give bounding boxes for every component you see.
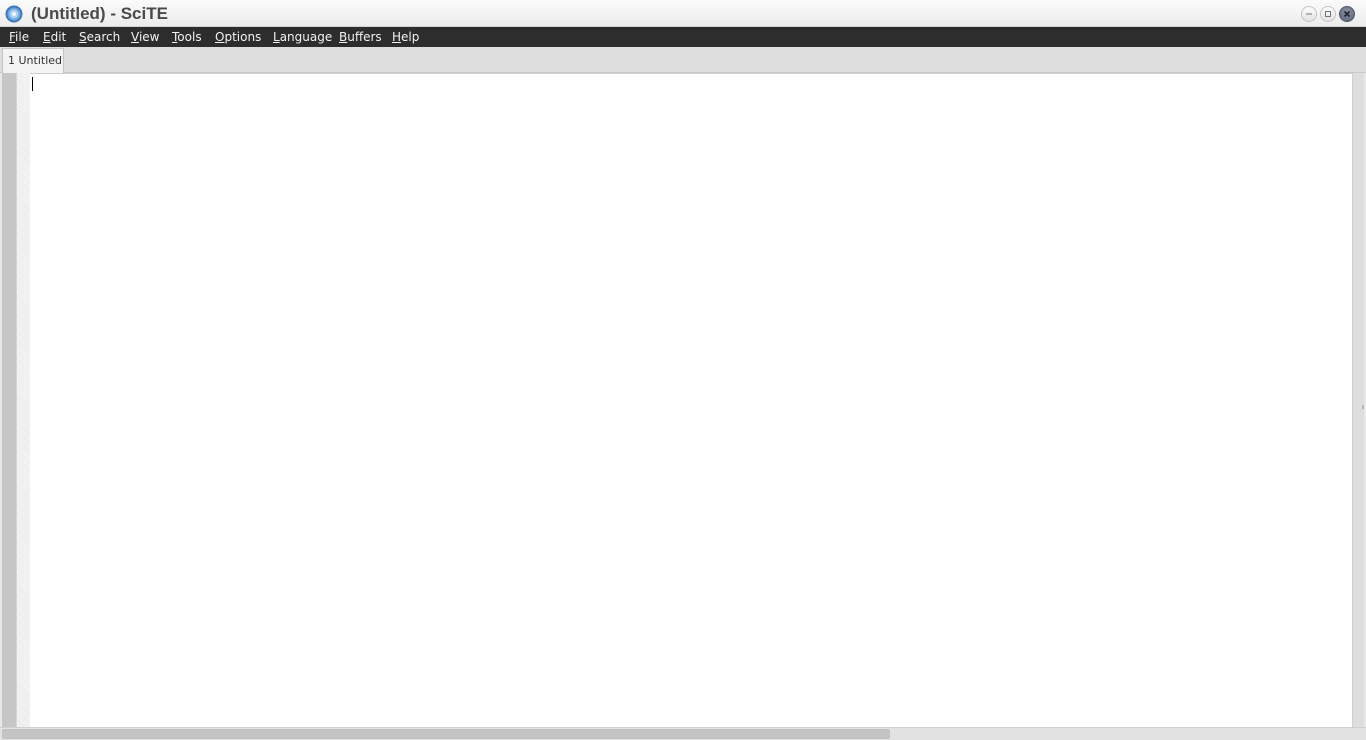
- close-icon: [1343, 10, 1351, 18]
- fold-margin[interactable]: [17, 73, 29, 727]
- text-caret: [32, 77, 33, 91]
- maximize-button[interactable]: [1320, 6, 1336, 22]
- close-button[interactable]: [1339, 6, 1355, 22]
- editor-frame: [0, 73, 1366, 740]
- tab-bar: 1 Untitled: [0, 47, 1366, 73]
- left-gutter: [2, 73, 16, 727]
- horizontal-scrollbar[interactable]: [0, 727, 1366, 740]
- vertical-scrollbar[interactable]: [1352, 73, 1364, 727]
- scite-window: (Untitled) - SciTE File Edit Search View…: [0, 0, 1366, 740]
- menu-file[interactable]: File: [9, 29, 29, 45]
- tab-label: 1 Untitled: [8, 54, 63, 67]
- editor-text-area[interactable]: [30, 73, 1352, 727]
- menu-language[interactable]: Language: [273, 29, 332, 45]
- menu-view[interactable]: View: [131, 29, 159, 45]
- maximize-icon: [1325, 11, 1331, 17]
- menu-search[interactable]: Search: [79, 29, 120, 45]
- menu-edit[interactable]: Edit: [43, 29, 66, 45]
- scite-app-icon[interactable]: [5, 5, 23, 23]
- window-title: (Untitled) - SciTE: [31, 4, 168, 23]
- minimize-button[interactable]: [1301, 6, 1317, 22]
- menu-buffers[interactable]: Buffers: [339, 29, 382, 45]
- menu-options[interactable]: Options: [215, 29, 261, 45]
- menu-bar: File Edit Search View Tools Options Lang…: [0, 27, 1366, 47]
- horizontal-scroll-thumb[interactable]: [2, 729, 890, 739]
- menu-help[interactable]: Help: [392, 29, 419, 45]
- vertical-scroll-grip[interactable]: [1362, 405, 1364, 409]
- menu-tools[interactable]: Tools: [172, 29, 202, 45]
- minimize-icon: [1306, 13, 1312, 15]
- title-bar[interactable]: (Untitled) - SciTE: [0, 0, 1366, 27]
- tab-untitled[interactable]: 1 Untitled: [2, 48, 64, 73]
